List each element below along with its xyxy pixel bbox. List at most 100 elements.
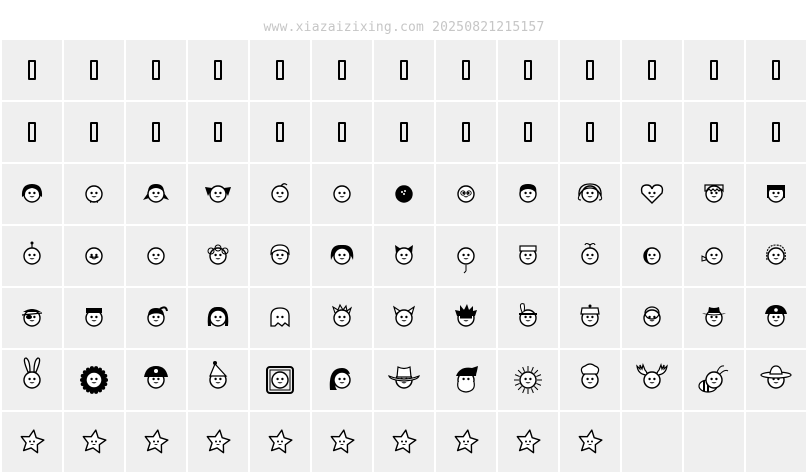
star-face-icon bbox=[516, 429, 541, 454]
glyph-cell bbox=[498, 412, 558, 472]
glyph-cell bbox=[436, 288, 496, 348]
antenna-face-icon bbox=[23, 241, 41, 265]
glyph-cell bbox=[126, 350, 186, 410]
pirate-hat-face-icon bbox=[765, 305, 787, 327]
flat-top-face-icon bbox=[85, 308, 103, 327]
devil-cat-face-icon bbox=[392, 305, 416, 327]
glyph-cell bbox=[684, 226, 744, 286]
glyph-cell bbox=[622, 226, 682, 286]
glyph-cell bbox=[560, 412, 620, 472]
watermark-text: www.xiazaizixing.com 20250821215157 bbox=[263, 20, 545, 35]
glyph-cell bbox=[746, 350, 806, 410]
cat-face-icon bbox=[395, 245, 413, 265]
missing-glyph bbox=[90, 122, 98, 142]
missing-glyph bbox=[214, 60, 222, 80]
glyph-cell bbox=[126, 40, 186, 100]
glyph-cell bbox=[312, 350, 372, 410]
glyph-cell bbox=[64, 288, 124, 348]
face-with-curl-icon bbox=[271, 183, 289, 203]
glyph-cell bbox=[498, 226, 558, 286]
glyph-cell bbox=[746, 164, 806, 224]
glyph-cell bbox=[374, 226, 434, 286]
glyph-cell bbox=[250, 102, 310, 162]
glyph-cell bbox=[684, 40, 744, 100]
glyph-cell bbox=[64, 40, 124, 100]
glyph-cell bbox=[64, 350, 124, 410]
glyph-cell bbox=[126, 102, 186, 162]
bonnet-face-icon bbox=[577, 183, 603, 203]
cowboy-hat-face-icon bbox=[702, 307, 726, 327]
missing-glyph bbox=[338, 60, 346, 80]
sombrero-face-icon bbox=[760, 365, 792, 389]
glyph-cell bbox=[436, 102, 496, 162]
glyph-cell bbox=[250, 40, 310, 100]
glyph-cell bbox=[436, 164, 496, 224]
elf-hat-face-icon bbox=[209, 361, 228, 389]
sun-face-icon bbox=[514, 366, 542, 394]
glyph-cell bbox=[250, 226, 310, 286]
bangs-face-icon bbox=[704, 184, 724, 203]
glyph-cell bbox=[622, 102, 682, 162]
missing-glyph bbox=[338, 122, 346, 142]
glyph-cell bbox=[2, 288, 62, 348]
glyph-cell bbox=[126, 164, 186, 224]
glyph-cell bbox=[188, 226, 248, 286]
missing-glyph bbox=[152, 60, 160, 80]
missing-glyph bbox=[524, 60, 532, 80]
glyph-cell bbox=[498, 288, 558, 348]
granny-face-icon bbox=[270, 244, 290, 265]
moon-face-icon bbox=[643, 247, 661, 265]
face-with-glasses-icon bbox=[457, 185, 475, 203]
glyph-cell bbox=[684, 350, 744, 410]
bob-hair-face-icon bbox=[767, 185, 785, 203]
glyph-cell bbox=[188, 102, 248, 162]
glyph-cell bbox=[622, 40, 682, 100]
star-face-icon bbox=[268, 429, 293, 454]
glyph-cell bbox=[2, 40, 62, 100]
heart-face-icon bbox=[640, 184, 664, 204]
missing-glyph bbox=[462, 122, 470, 142]
bunny-face-icon bbox=[23, 357, 41, 389]
glyph-cell bbox=[2, 102, 62, 162]
girl-dark-hair-face-icon bbox=[21, 184, 43, 203]
glyph-cell bbox=[312, 412, 372, 472]
glyph-cell bbox=[2, 164, 62, 224]
star-face-icon bbox=[330, 429, 355, 454]
dog-ears-face-icon bbox=[205, 185, 231, 203]
moose-face-icon bbox=[636, 363, 668, 389]
star-face-icon bbox=[454, 429, 479, 454]
glyph-cell bbox=[498, 40, 558, 100]
feather-face-icon bbox=[519, 303, 537, 327]
missing-glyph bbox=[772, 60, 780, 80]
glyph-cell bbox=[374, 412, 434, 472]
smiling-face-icon bbox=[147, 247, 165, 265]
glyph-cell bbox=[560, 226, 620, 286]
glyph-cell bbox=[374, 288, 434, 348]
bowling-ball-face-icon bbox=[395, 185, 413, 203]
glyph-cell bbox=[2, 226, 62, 286]
ghost-face-icon bbox=[270, 307, 290, 328]
missing-glyph bbox=[400, 60, 408, 80]
glyph-cell bbox=[498, 350, 558, 410]
glyph-cell bbox=[64, 164, 124, 224]
glyph-cell bbox=[126, 412, 186, 472]
glyph-cell bbox=[560, 350, 620, 410]
missing-glyph bbox=[90, 60, 98, 80]
star-face-icon bbox=[144, 429, 169, 454]
police-cap-face-icon bbox=[580, 304, 600, 327]
missing-glyph bbox=[710, 60, 718, 80]
glyph-cell bbox=[188, 164, 248, 224]
missing-glyph bbox=[28, 122, 36, 142]
missing-glyph bbox=[276, 122, 284, 142]
glyph-cell bbox=[374, 102, 434, 162]
glyph-cell bbox=[312, 164, 372, 224]
glyph-cell bbox=[684, 102, 744, 162]
glyph-grid bbox=[2, 40, 808, 472]
glyph-cell bbox=[188, 288, 248, 348]
empty-cell bbox=[746, 412, 806, 472]
glyph-cell bbox=[2, 412, 62, 472]
glyph-cell bbox=[188, 40, 248, 100]
eyepatch-bandana-face-icon bbox=[21, 309, 43, 327]
star-face-icon bbox=[206, 429, 231, 454]
glyph-cell bbox=[250, 412, 310, 472]
